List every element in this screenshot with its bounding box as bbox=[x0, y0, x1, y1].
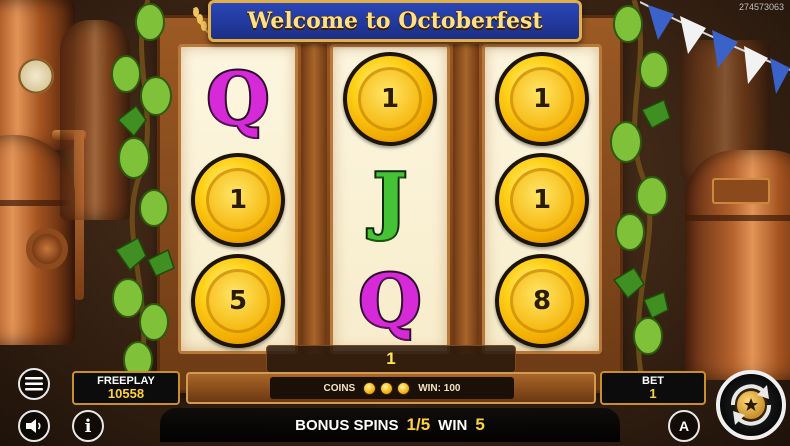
hop-vine-icon bbox=[111, 0, 175, 390]
reel-cell: 1 bbox=[333, 49, 447, 149]
coin-symbol-icon: 1 bbox=[495, 52, 589, 146]
j-symbol-icon: J bbox=[371, 157, 409, 242]
reel-2: 1 J Q bbox=[330, 44, 450, 354]
autoplay-icon: A bbox=[678, 418, 690, 434]
info-button[interactable]: i bbox=[72, 410, 104, 442]
reel-cell: 8 bbox=[485, 251, 599, 351]
coin-value: 1 bbox=[358, 67, 422, 131]
reels-frame: Q 1 5 1 J Q 1 1 8 bbox=[160, 18, 620, 390]
coin-symbol-icon: 1 bbox=[495, 153, 589, 247]
reel-cell: J bbox=[333, 150, 447, 250]
bonus-spins-count: 1/5 bbox=[406, 415, 431, 434]
coin-icon[interactable] bbox=[380, 381, 394, 395]
coin-symbol-icon: 8 bbox=[495, 254, 589, 348]
title-banner: Welcome to Octoberfest bbox=[208, 0, 582, 42]
coin-value: 1 bbox=[510, 168, 574, 232]
reel-cell: 1 bbox=[181, 150, 295, 250]
pressure-gauge-icon bbox=[18, 58, 54, 94]
spin-arrows-icon bbox=[730, 384, 772, 426]
q-symbol-icon: Q bbox=[205, 56, 272, 141]
menu-button[interactable] bbox=[18, 368, 50, 400]
info-icon: i bbox=[84, 415, 92, 437]
reel-cell: 5 bbox=[181, 251, 295, 351]
speaker-icon bbox=[26, 419, 41, 433]
coin-value: 1 bbox=[206, 168, 270, 232]
round-id: 274573063 bbox=[738, 2, 784, 12]
coins-info-bar: COINS WIN: 100 bbox=[186, 372, 596, 404]
coin-symbol-icon: 5 bbox=[191, 254, 285, 348]
reel-cell: Q bbox=[181, 49, 295, 149]
bet-value: 1 bbox=[649, 385, 657, 401]
reel-3: 1 1 8 bbox=[482, 44, 602, 354]
coin-value: 5 bbox=[206, 269, 270, 333]
reel-cell: Q bbox=[333, 251, 447, 351]
q-symbol-icon: Q bbox=[357, 258, 424, 343]
bonus-win-label: WIN bbox=[438, 416, 468, 434]
game-title: Welcome to Octoberfest bbox=[247, 8, 543, 35]
coin-symbol-icon: 1 bbox=[343, 52, 437, 146]
autoplay-button[interactable]: A bbox=[668, 410, 700, 442]
spin-button[interactable] bbox=[716, 370, 786, 440]
freeplay-panel: FREEPLAY 10558 bbox=[72, 371, 180, 405]
reel-cell: 1 bbox=[485, 150, 599, 250]
coins-info: COINS WIN: 100 bbox=[270, 377, 514, 399]
reel-divider bbox=[453, 44, 479, 354]
coin-selector[interactable] bbox=[363, 381, 411, 395]
win-amount-display: 1 bbox=[266, 345, 516, 373]
sound-button[interactable] bbox=[18, 410, 50, 442]
valve-wheel-icon bbox=[26, 228, 68, 270]
coin-value: 8 bbox=[510, 269, 574, 333]
hamburger-menu-icon bbox=[25, 377, 43, 391]
reel-divider bbox=[301, 44, 327, 354]
tank-plaque bbox=[712, 178, 770, 204]
freeplay-value: 10558 bbox=[107, 385, 145, 401]
max-win-label: WIN: 100 bbox=[418, 382, 461, 394]
bonus-spins-label: BONUS SPINS bbox=[295, 416, 399, 434]
bonus-spins-bar: BONUS SPINS 1/5 WIN 5 bbox=[160, 408, 620, 442]
bonus-win-value: 5 bbox=[475, 415, 485, 434]
coin-symbol-icon: 1 bbox=[191, 153, 285, 247]
reel-1: Q 1 5 bbox=[178, 44, 298, 354]
coin-icon[interactable] bbox=[397, 381, 411, 395]
bet-panel[interactable]: BET 1 bbox=[600, 371, 706, 405]
coins-label: COINS bbox=[323, 382, 356, 394]
reel-cell: 1 bbox=[485, 49, 599, 149]
coin-value: 1 bbox=[510, 67, 574, 131]
coin-icon[interactable] bbox=[363, 381, 377, 395]
hop-vine-icon bbox=[610, 0, 671, 390]
tank-band bbox=[685, 215, 790, 221]
